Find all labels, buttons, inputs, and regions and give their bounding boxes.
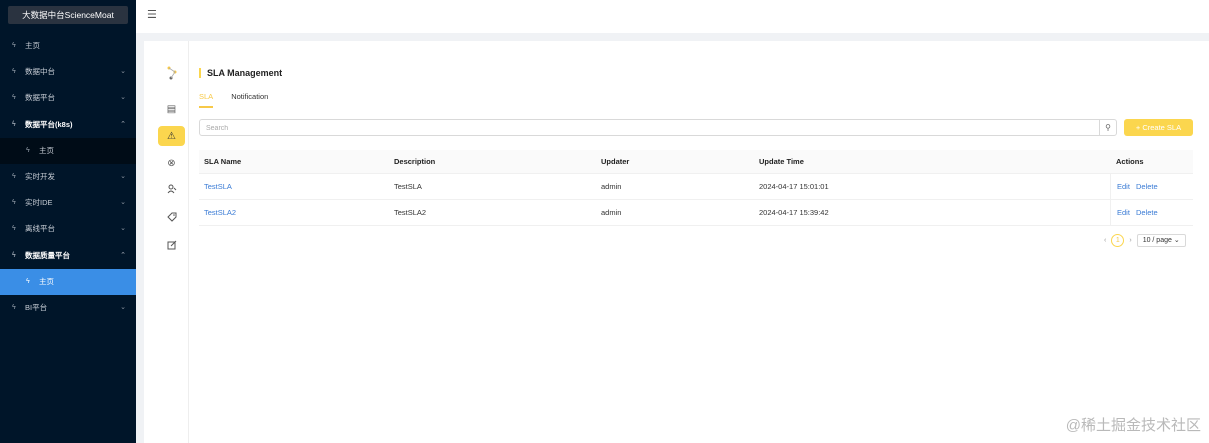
sla-table: SLA Name Description Updater Update Time… <box>199 150 1193 226</box>
page-size-label: 10 / page <box>1142 237 1172 244</box>
bolt-icon: ϟ <box>26 146 30 154</box>
bolt-icon: ϟ <box>12 251 16 259</box>
top-bar: ☰ <box>136 0 1209 33</box>
chevron-up-icon: ⌃ <box>120 120 126 128</box>
table-row: TestSLA2 TestSLA2 admin 2024-04-17 15:39… <box>199 200 1193 226</box>
bolt-icon: ϟ <box>12 94 16 102</box>
next-page-icon[interactable]: › <box>1129 237 1131 244</box>
bolt-icon: ϟ <box>12 120 16 128</box>
sidebar-item-bi-platform[interactable]: ϟ BI平台 ⌄ <box>0 295 136 321</box>
sidebar-item-label: 主页 <box>25 41 40 50</box>
sidebar: 大数据中台ScienceMoat ϟ 主页 ϟ 数据中台 ⌄ ϟ 数据平台 ⌄ ϟ 数据平台… <box>0 0 136 443</box>
brand-title[interactable]: 大数据中台ScienceMoat <box>8 6 128 24</box>
chevron-down-icon: ⌄ <box>1173 237 1180 244</box>
sidebar-item-offline-platform[interactable]: ϟ 离线平台 ⌄ <box>0 216 136 242</box>
create-sla-button[interactable]: + Create SLA <box>1124 119 1193 136</box>
page-number[interactable]: 1 <box>1111 234 1125 247</box>
sidebar-item-label: 数据中台 <box>25 67 55 77</box>
sidebar-item-realtime-dev[interactable]: ϟ 实时开发 ⌄ <box>0 164 136 190</box>
bolt-icon: ϟ <box>12 303 16 311</box>
updater-cell: admin <box>601 182 622 191</box>
sidebar-item-label: 数据质量平台 <box>25 250 70 260</box>
icon-bar: ▤ ⚠ ⊗ <box>144 41 189 443</box>
close-circle-icon[interactable]: ⊗ <box>158 153 185 173</box>
top-strip <box>136 33 1209 41</box>
description-cell: TestSLA <box>394 182 422 191</box>
search-box: ⚲ <box>199 119 1117 136</box>
search-icon[interactable]: ⚲ <box>1099 120 1116 135</box>
table-header: SLA Name Description Updater Update Time… <box>199 150 1193 174</box>
delete-link[interactable]: Delete <box>1136 208 1158 217</box>
chevron-up-icon: ⌃ <box>120 251 126 259</box>
bolt-icon: ϟ <box>12 199 16 207</box>
sidebar-item-data-center[interactable]: ϟ 数据中台 ⌄ <box>0 59 136 85</box>
users-icon[interactable] <box>158 179 185 199</box>
sla-name-link[interactable]: TestSLA2 <box>204 208 236 217</box>
edit-icon[interactable] <box>158 235 185 255</box>
sla-name-link[interactable]: TestSLA <box>204 182 232 191</box>
sidebar-item-realtime-ide[interactable]: ϟ 实时IDE ⌄ <box>0 190 136 216</box>
content-area: SLA Management SLA Notification ⚲ + Crea… <box>199 41 1194 443</box>
list-icon[interactable]: ▤ <box>158 99 185 119</box>
sidebar-item-label: 实时开发 <box>25 171 55 181</box>
tab-notification[interactable]: Notification <box>231 92 268 108</box>
chevron-down-icon: ⌄ <box>120 225 126 233</box>
bolt-icon: ϟ <box>12 172 16 180</box>
sidebar-nav: ϟ 主页 ϟ 数据中台 ⌄ ϟ 数据平台 ⌄ ϟ 数据平台(k8s) ⌃ ϟ 主页 ϟ 实时开发 ⌄… <box>0 33 136 321</box>
bolt-icon: ϟ <box>12 42 16 49</box>
chevron-down-icon: ⌄ <box>120 199 126 207</box>
bolt-icon: ϟ <box>26 277 30 285</box>
sidebar-item-label: 数据平台(k8s) <box>25 119 73 129</box>
page-size-select[interactable]: 10 / page ⌄ <box>1136 234 1186 247</box>
tag-icon[interactable] <box>158 207 185 227</box>
update-time-cell: 2024-04-17 15:39:42 <box>759 208 829 217</box>
tab-sla[interactable]: SLA <box>199 92 214 108</box>
column-header-updater: Updater <box>601 157 630 166</box>
sidebar-subitem-home[interactable]: ϟ 主页 <box>0 137 136 164</box>
chevron-down-icon: ⌄ <box>120 68 126 76</box>
menu-fold-icon[interactable]: ☰ <box>147 8 157 21</box>
sidebar-item-label: BI平台 <box>25 302 48 312</box>
column-header-update-time: Update Time <box>759 157 804 166</box>
updater-cell: admin <box>601 208 622 217</box>
update-time-cell: 2024-04-17 15:01:01 <box>759 182 829 191</box>
sidebar-item-data-platform-k8s[interactable]: ϟ 数据平台(k8s) ⌃ <box>0 112 136 138</box>
delete-link[interactable]: Delete <box>1136 182 1158 191</box>
sidebar-item-data-quality[interactable]: ϟ 数据质量平台 ⌃ <box>0 243 136 269</box>
edit-link[interactable]: Edit <box>1117 182 1130 191</box>
sidebar-item-label: 数据平台 <box>25 93 55 103</box>
bolt-icon: ϟ <box>12 68 16 76</box>
page-title: SLA Management <box>199 68 282 78</box>
column-header-sla-name: SLA Name <box>204 157 242 166</box>
sidebar-item-home[interactable]: ϟ 主页 <box>0 33 136 59</box>
sidebar-item-label: 主页 <box>39 276 54 286</box>
search-input[interactable] <box>206 122 1086 134</box>
column-header-description: Description <box>394 157 436 166</box>
chevron-down-icon: ⌄ <box>120 303 126 311</box>
sidebar-item-label: 实时IDE <box>25 198 53 208</box>
bolt-icon: ϟ <box>12 225 16 233</box>
edit-link[interactable]: Edit <box>1117 208 1130 217</box>
column-header-actions: Actions <box>1116 157 1144 166</box>
sidebar-item-label: 离线平台 <box>25 224 55 234</box>
chevron-down-icon: ⌄ <box>120 172 126 180</box>
sla-logo-icon[interactable] <box>158 63 185 83</box>
tab-bar: SLA Notification <box>199 92 268 108</box>
warning-icon[interactable]: ⚠ <box>158 126 185 146</box>
sidebar-subitem-home-active[interactable]: ϟ 主页 <box>0 268 136 295</box>
table-row: TestSLA TestSLA admin 2024-04-17 15:01:0… <box>199 174 1193 200</box>
sidebar-item-label: 主页 <box>39 145 54 155</box>
description-cell: TestSLA2 <box>394 208 427 217</box>
chevron-down-icon: ⌄ <box>120 94 126 102</box>
sidebar-item-data-platform[interactable]: ϟ 数据平台 ⌄ <box>0 85 136 111</box>
pagination: ‹ 1 › 10 / page ⌄ <box>1104 234 1186 247</box>
main-panel: ▤ ⚠ ⊗ SLA Management SLA Notification ⚲ … <box>144 41 1209 443</box>
prev-page-icon[interactable]: ‹ <box>1104 237 1106 244</box>
watermark: @稀土掘金技术社区 <box>1065 417 1201 434</box>
